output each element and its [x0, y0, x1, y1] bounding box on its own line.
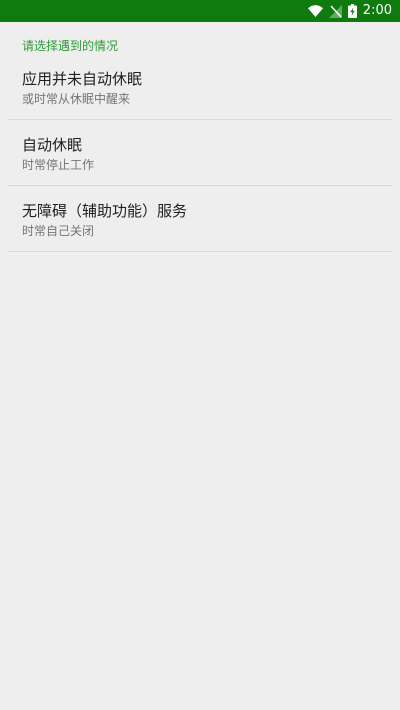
status-bar: 2:00	[0, 0, 400, 22]
wifi-icon	[307, 5, 323, 17]
status-time: 2:00	[362, 3, 392, 18]
list-item-title: 自动休眠	[22, 136, 83, 154]
battery-charging-icon	[347, 4, 357, 18]
list-item-app-not-sleeping[interactable]: 应用并未自动休眠 或时常从休眠中醒来	[0, 54, 400, 119]
divider	[8, 251, 392, 252]
list-item-accessibility-service[interactable]: 无障碍（辅助功能）服务 时常自己关闭	[0, 186, 400, 251]
list-item-title: 无障碍（辅助功能）服务	[22, 202, 188, 220]
settings-list: 请选择遇到的情况 应用并未自动休眠 或时常从休眠中醒来 自动休眠 时常停止工作 …	[0, 22, 400, 252]
section-header: 请选择遇到的情况	[22, 39, 119, 53]
list-item-subtitle: 时常自己关闭	[22, 224, 95, 238]
list-item-subtitle: 时常停止工作	[22, 158, 95, 172]
list-item-title: 应用并未自动休眠	[22, 70, 143, 88]
list-item-subtitle: 或时常从休眠中醒来	[22, 92, 131, 106]
status-icons: 2:00	[307, 0, 392, 22]
no-signal-icon	[328, 4, 342, 18]
list-item-auto-sleep[interactable]: 自动休眠 时常停止工作	[0, 120, 400, 185]
